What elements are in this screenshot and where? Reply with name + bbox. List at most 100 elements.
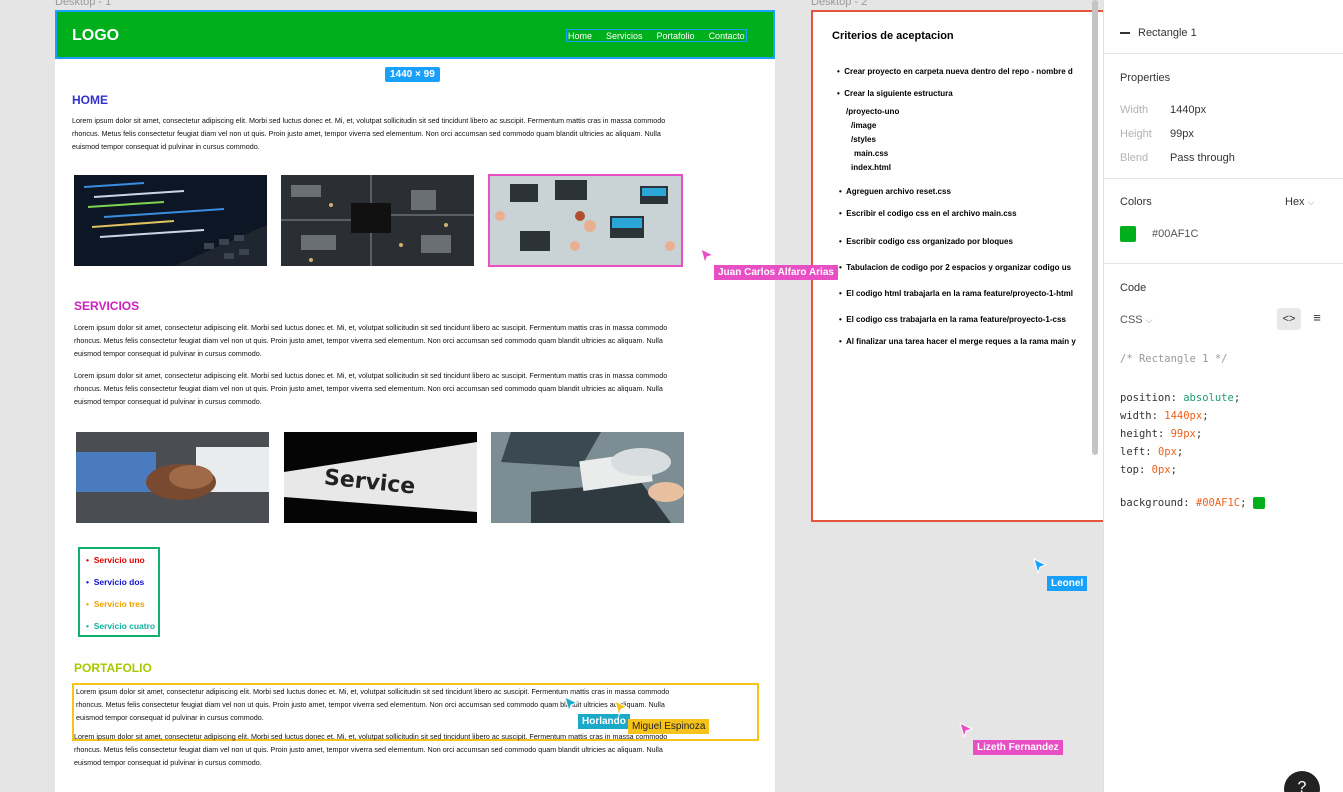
code-line: position: absolute; bbox=[1120, 392, 1241, 404]
code-value: 1440px bbox=[1164, 410, 1203, 422]
blend-value[interactable]: Pass through bbox=[1170, 152, 1235, 164]
nav-menu[interactable]: Home Servicios Portafolio Contacto bbox=[566, 29, 747, 42]
code-lang-select[interactable]: CSS ⌵ bbox=[1120, 314, 1153, 326]
desktop-1-frame[interactable]: LOGO Home Servicios Portafolio Contacto … bbox=[55, 10, 775, 792]
service-list-item[interactable]: • Servicio uno bbox=[80, 553, 158, 575]
criterio-item[interactable]: • Escribir codigo css organizado por blo… bbox=[839, 237, 1013, 246]
criterio-item[interactable]: • Escribir el codigo css en el archivo m… bbox=[839, 209, 1017, 218]
code-value: #00AF1C bbox=[1195, 497, 1241, 509]
servicios-paragraph-1[interactable]: Lorem ipsum dolor sit amet, consectetur … bbox=[74, 321, 742, 360]
services-list[interactable]: • Servicio uno • Servicio dos • Servicio t… bbox=[78, 547, 160, 637]
service-sign-image[interactable]: Service bbox=[284, 432, 477, 523]
code-value: 99px bbox=[1170, 428, 1196, 440]
service-label: Servicio cuatro bbox=[93, 621, 156, 631]
text-line: rhoncus. Metus felis consectetur feugiat… bbox=[74, 336, 663, 345]
code-background-line: background: #00AF1C; bbox=[1120, 497, 1265, 509]
criterio-item[interactable]: • Al finalizar una tarea hacer el merge … bbox=[839, 337, 1076, 346]
code-prop: background bbox=[1120, 497, 1184, 509]
criterio-item[interactable]: • Agreguen archivo reset.css bbox=[839, 187, 951, 196]
service-label: Servicio tres bbox=[93, 599, 145, 609]
criterio-item[interactable]: • Tabulacion de codigo por 2 espacios y … bbox=[839, 263, 1071, 272]
cursor-label: Lizeth Fernandez bbox=[973, 740, 1063, 755]
text-line: rhoncus. Metus felis consectetur feugiat… bbox=[76, 700, 665, 709]
criterio-text: Tabulacion de codigo por 2 espacios y or… bbox=[846, 263, 1072, 272]
criterio-text: Crear proyecto en carpeta nueva dentro d… bbox=[844, 67, 1073, 76]
cursor-arrow-icon bbox=[564, 696, 579, 713]
nav-item-home[interactable]: Home bbox=[568, 31, 592, 41]
chevron-down-icon: ⌵ bbox=[1307, 197, 1315, 207]
nav-item-servicios[interactable]: Servicios bbox=[606, 31, 643, 41]
code-view-icon[interactable]: <> bbox=[1277, 308, 1301, 330]
code-lang-label: CSS bbox=[1120, 314, 1143, 326]
criterio-text: Escribir el codigo css en el archivo mai… bbox=[846, 209, 1017, 218]
criterio-item[interactable]: • Crear proyecto en carpeta nueva dentro… bbox=[837, 67, 1073, 76]
color-format-label: Hex bbox=[1285, 196, 1305, 208]
service-label: Servicio dos bbox=[93, 577, 145, 587]
code-value: 0px bbox=[1151, 464, 1171, 476]
cursor-label: Juan Carlos Alfaro Arias bbox=[714, 265, 838, 280]
criterio-text: Crear la siguiente estructura bbox=[844, 89, 953, 98]
service-list-item[interactable]: • Servicio tres bbox=[80, 597, 158, 619]
circuit-board-image[interactable] bbox=[281, 175, 474, 266]
text-line: euismod tempor consequat id pulvinar in … bbox=[72, 142, 260, 151]
criterio-item[interactable]: • El codigo html trabajarla en la rama f… bbox=[839, 289, 1073, 298]
cursor-miguel bbox=[614, 700, 629, 721]
text-line: euismod tempor consequat id pulvinar in … bbox=[74, 397, 262, 406]
laptop-notes-image[interactable] bbox=[491, 432, 684, 523]
servicios-title[interactable]: SERVICIOS bbox=[74, 299, 139, 313]
servicios-paragraph-2[interactable]: Lorem ipsum dolor sit amet, consectetur … bbox=[74, 369, 742, 408]
criterios-title[interactable]: Criterios de aceptacion bbox=[832, 30, 954, 42]
code-screen-image[interactable] bbox=[74, 175, 267, 266]
cursor-arrow-icon bbox=[1033, 558, 1048, 575]
width-label: Width bbox=[1120, 104, 1149, 116]
portafolio-paragraph-2[interactable]: Lorem ipsum dolor sit amet, consectetur … bbox=[74, 730, 742, 769]
text-line: Lorem ipsum dolor sit amet, consectetur … bbox=[74, 371, 668, 380]
color-swatch[interactable] bbox=[1120, 226, 1136, 242]
layer-header: Rectangle 1 bbox=[1104, 0, 1343, 54]
width-value[interactable]: 1440px bbox=[1170, 104, 1206, 116]
colors-title: Colors bbox=[1120, 196, 1152, 208]
properties-title: Properties bbox=[1120, 72, 1171, 84]
desktop-2-frame[interactable]: Criterios de aceptacion • Crear proyecto… bbox=[811, 10, 1103, 522]
frame-label-desktop-1[interactable]: Desktop - 1 bbox=[55, 0, 111, 8]
service-list-item[interactable]: • Servicio dos bbox=[80, 575, 158, 597]
color-format-select[interactable]: Hex ⌵ bbox=[1285, 196, 1314, 208]
home-title[interactable]: HOME bbox=[72, 93, 108, 107]
canvas-scrollbar[interactable] bbox=[1092, 0, 1098, 455]
list-view-icon[interactable]: ≡ bbox=[1307, 308, 1327, 330]
nav-item-contacto[interactable]: Contacto bbox=[709, 31, 745, 41]
frame-label-desktop-2[interactable]: Desktop - 2 bbox=[811, 0, 867, 8]
nav-item-portafolio[interactable]: Portafolio bbox=[657, 31, 695, 41]
logo-text[interactable]: LOGO bbox=[72, 27, 119, 45]
blend-label: Blend bbox=[1120, 152, 1149, 164]
structure-styles[interactable]: /styles bbox=[851, 135, 876, 144]
handshake-image[interactable] bbox=[76, 432, 269, 523]
structure-index-html[interactable]: index.html bbox=[851, 163, 891, 172]
criterio-item[interactable]: • El codigo css trabajarla en la rama fe… bbox=[839, 315, 1066, 324]
home-paragraph[interactable]: Lorem ipsum dolor sit amet, consectetur … bbox=[72, 114, 740, 153]
team-desk-image[interactable] bbox=[488, 174, 683, 267]
height-value[interactable]: 99px bbox=[1170, 128, 1194, 140]
criterio-item[interactable]: • Crear la siguiente estructura bbox=[837, 89, 953, 98]
code-line: width: 1440px; bbox=[1120, 410, 1209, 422]
minus-icon[interactable] bbox=[1120, 32, 1130, 34]
code-prop: height bbox=[1120, 428, 1158, 440]
header-rectangle[interactable]: LOGO Home Servicios Portafolio Contacto bbox=[55, 10, 775, 59]
portafolio-title[interactable]: PORTAFOLIO bbox=[74, 661, 152, 675]
cursor-label: Leonel bbox=[1047, 576, 1088, 591]
color-hex-value[interactable]: #00AF1C bbox=[1152, 228, 1198, 240]
layer-name[interactable]: Rectangle 1 bbox=[1138, 27, 1197, 39]
structure-root[interactable]: /proyecto-uno bbox=[846, 107, 899, 116]
colors-section: Colors Hex ⌵ #00AF1C bbox=[1104, 179, 1343, 264]
code-line: top: 0px; bbox=[1120, 464, 1177, 476]
code-line: left: 0px; bbox=[1120, 446, 1184, 458]
structure-image[interactable]: /image bbox=[851, 121, 876, 130]
structure-main-css[interactable]: main.css bbox=[854, 149, 888, 158]
dimension-badge: 1440 × 99 bbox=[385, 67, 440, 82]
chevron-down-icon: ⌵ bbox=[1145, 315, 1153, 325]
cursor-arrow-icon bbox=[700, 248, 715, 265]
code-prop: width bbox=[1120, 410, 1152, 422]
text-line: Lorem ipsum dolor sit amet, consectetur … bbox=[72, 116, 666, 125]
code-prop: position bbox=[1120, 392, 1171, 404]
service-list-item[interactable]: • Servicio cuatro bbox=[80, 619, 158, 641]
